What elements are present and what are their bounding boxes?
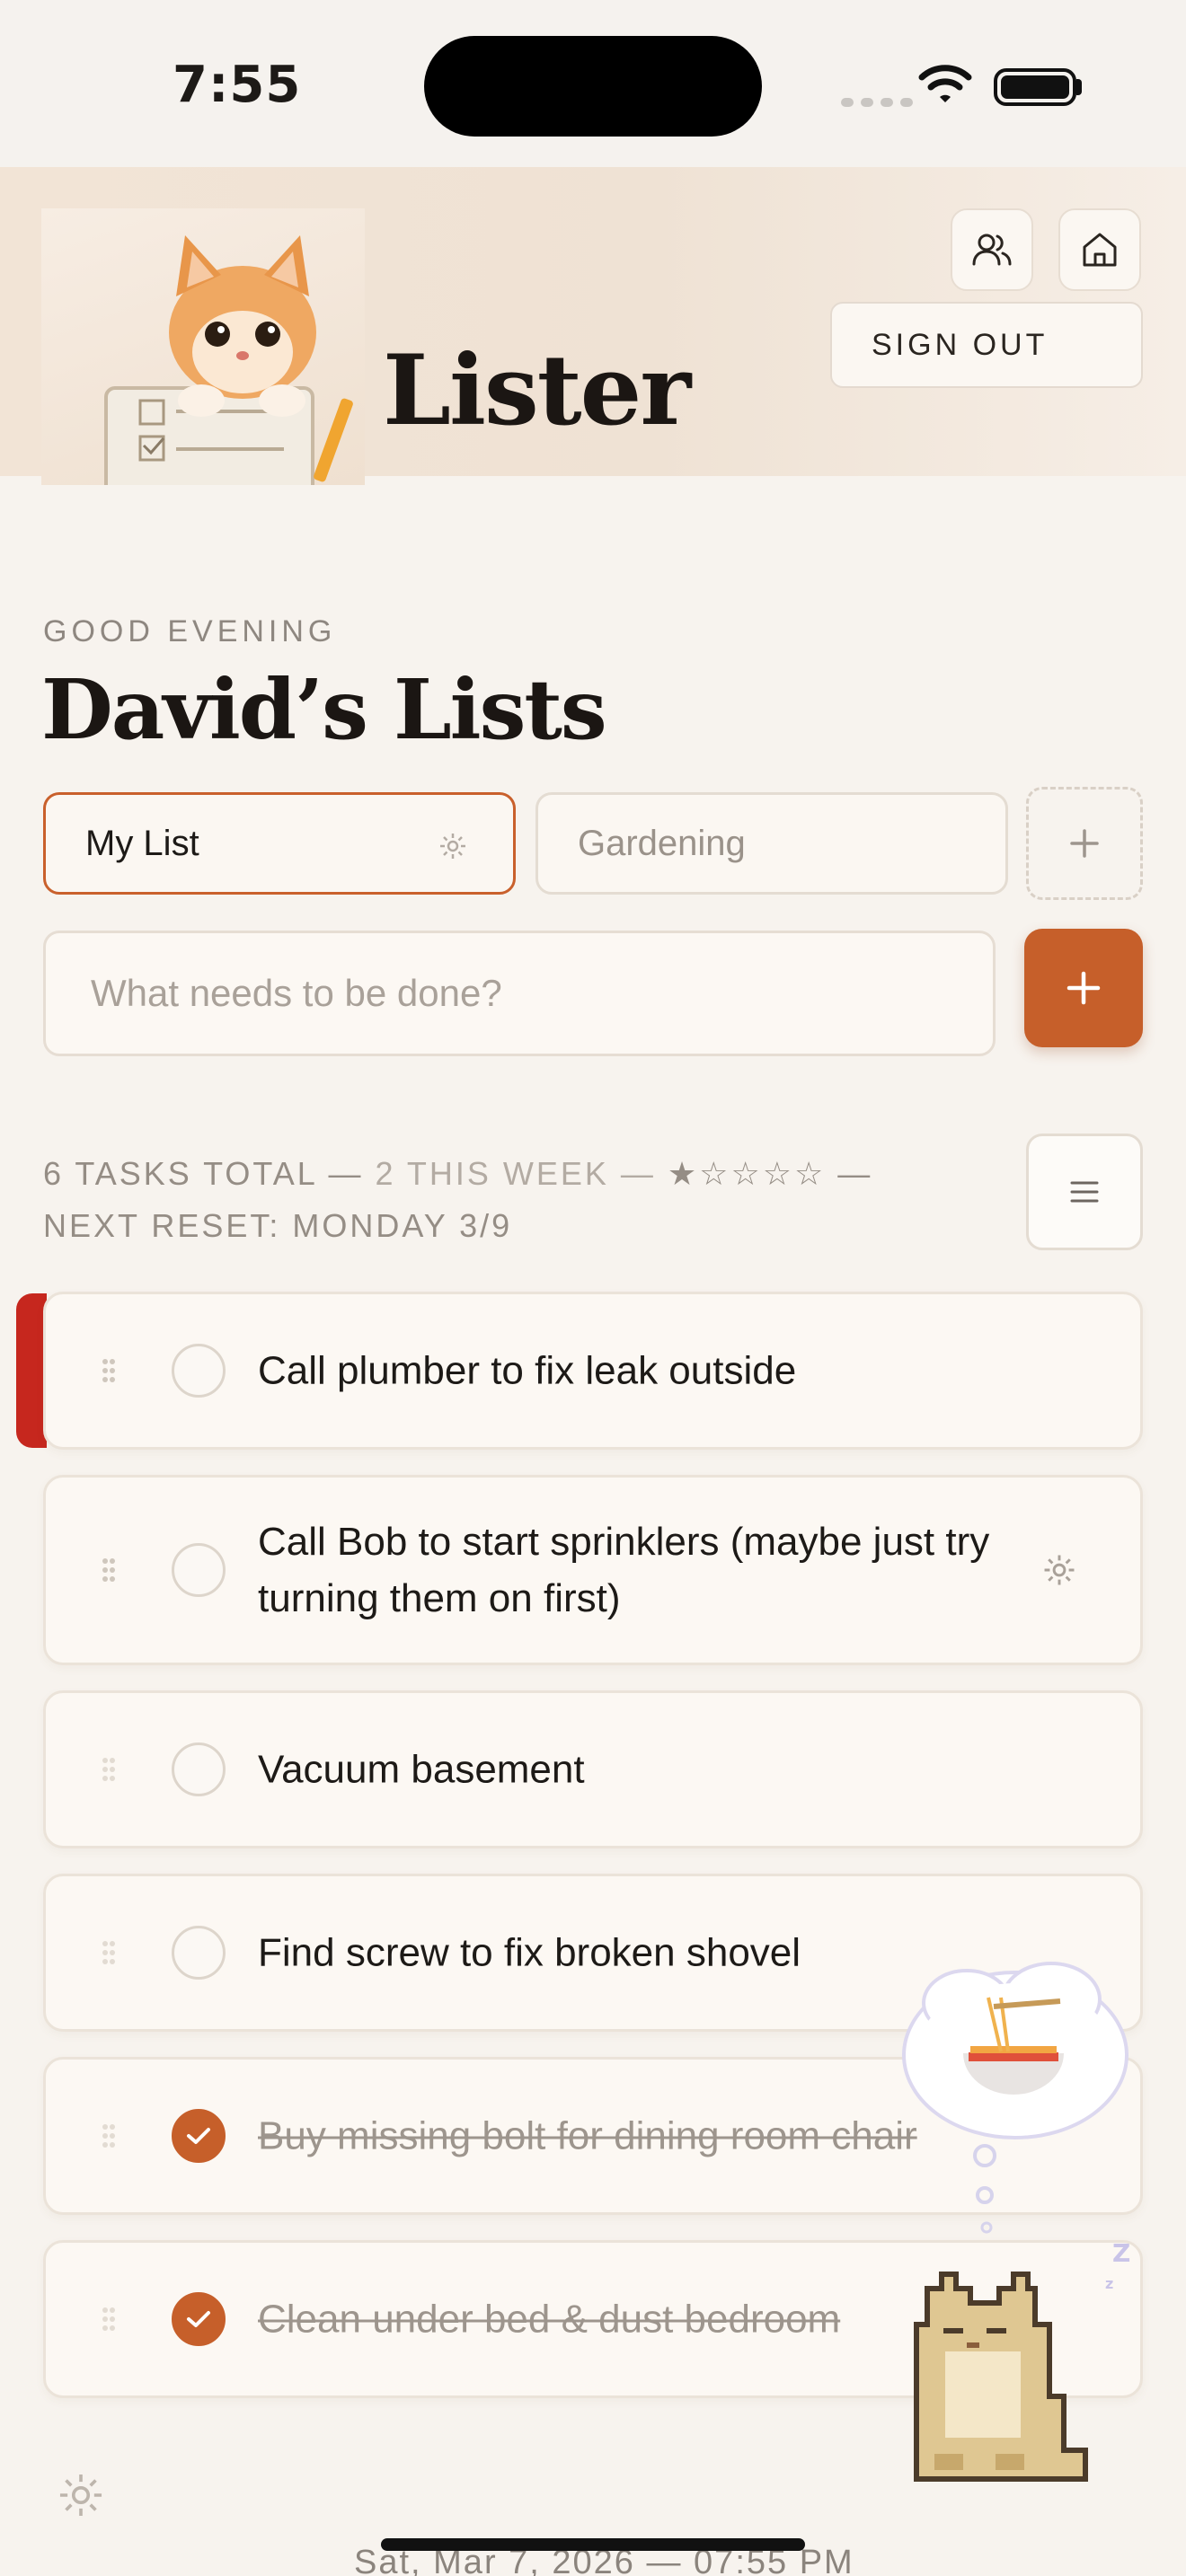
stats-next-reset: NEXT RESET: MONDAY 3/9 [43, 1207, 513, 1244]
drag-handle-icon[interactable] [102, 1940, 116, 1965]
priority-flag [16, 1293, 47, 1448]
greeting-text: GOOD EVENING [43, 614, 337, 648]
gear-icon[interactable] [438, 831, 468, 861]
drag-handle-icon[interactable] [102, 2123, 116, 2148]
svg-text:Z: Z [1112, 2238, 1130, 2268]
svg-text:z: z [1105, 2275, 1113, 2292]
task-row[interactable]: Call plumber to fix leak outside [43, 1292, 1143, 1450]
status-time: 7:55 [173, 56, 302, 114]
sleeping-cat-icon: Z z [914, 2238, 1130, 2482]
battery-tip [1076, 79, 1082, 95]
task-checkbox[interactable] [172, 2109, 226, 2163]
task-text: Vacuum basement [258, 1747, 585, 1792]
wifi-icon [918, 65, 972, 102]
drag-handle-icon[interactable] [102, 1757, 116, 1782]
plus-icon [1067, 971, 1101, 1005]
menu-button[interactable] [1026, 1134, 1143, 1250]
task-text: Call Bob to start sprinklers (maybe just… [258, 1520, 990, 1620]
home-button[interactable] [1058, 208, 1141, 291]
task-checkbox[interactable] [172, 1926, 226, 1980]
home-indicator[interactable] [381, 2538, 805, 2551]
home-icon [1083, 233, 1117, 267]
task-checkbox[interactable] [172, 2292, 226, 2346]
thought-bubble [902, 1962, 1128, 2234]
gear-icon[interactable] [1041, 1552, 1077, 1588]
drag-handle-icon[interactable] [102, 1358, 116, 1383]
task-row[interactable]: Call Bob to start sprinklers (maybe just… [43, 1475, 1143, 1665]
plus-icon [1070, 829, 1099, 858]
stats-total: 6 TASKS TOTAL — [43, 1155, 364, 1192]
drag-handle-icon[interactable] [102, 2307, 116, 2332]
list-tab-label: Gardening [578, 823, 746, 863]
battery-icon [994, 68, 1076, 106]
stats-this-week: 2 THIS WEEK — [375, 1155, 656, 1192]
check-icon [187, 2311, 210, 2327]
sleeping-cat-mascot: Z z [881, 1947, 1150, 2486]
task-checkbox[interactable] [172, 1543, 226, 1597]
add-list-button[interactable] [1026, 787, 1143, 900]
menu-icon [1070, 1181, 1099, 1203]
stats-dash: — [837, 1155, 873, 1192]
list-tab-label: My List [85, 823, 199, 863]
cat-logo-icon [41, 208, 365, 485]
page-title: David’s Lists [41, 661, 607, 758]
drag-handle-icon[interactable] [102, 1557, 116, 1583]
settings-gear-icon[interactable] [56, 2470, 106, 2520]
task-checkbox[interactable] [172, 1344, 226, 1398]
task-stats: 6 TASKS TOTAL — 2 THIS WEEK — ★☆☆☆☆ — NE… [43, 1148, 872, 1252]
app-title: Lister [383, 334, 691, 447]
task-text: Call plumber to fix leak outside [258, 1348, 797, 1393]
task-checkbox[interactable] [172, 1742, 226, 1796]
list-tab-my-list[interactable]: My List [43, 792, 516, 895]
check-icon [187, 2128, 210, 2144]
list-tab-gardening[interactable]: Gardening [535, 792, 1008, 895]
cellular-signal-icon [841, 93, 920, 110]
app-header: Lister SIGN OUT [0, 167, 1186, 485]
share-users-button[interactable] [951, 208, 1033, 291]
add-task-button[interactable] [1024, 929, 1143, 1047]
sign-out-button[interactable]: SIGN OUT [830, 302, 1143, 388]
people-icon [972, 234, 1012, 266]
task-row[interactable]: Vacuum basement [43, 1690, 1143, 1848]
dynamic-island [424, 36, 762, 137]
stats-stars: ★☆☆☆☆ [667, 1155, 827, 1192]
status-bar: 7:55 [0, 0, 1186, 167]
new-task-input[interactable] [43, 931, 996, 1056]
